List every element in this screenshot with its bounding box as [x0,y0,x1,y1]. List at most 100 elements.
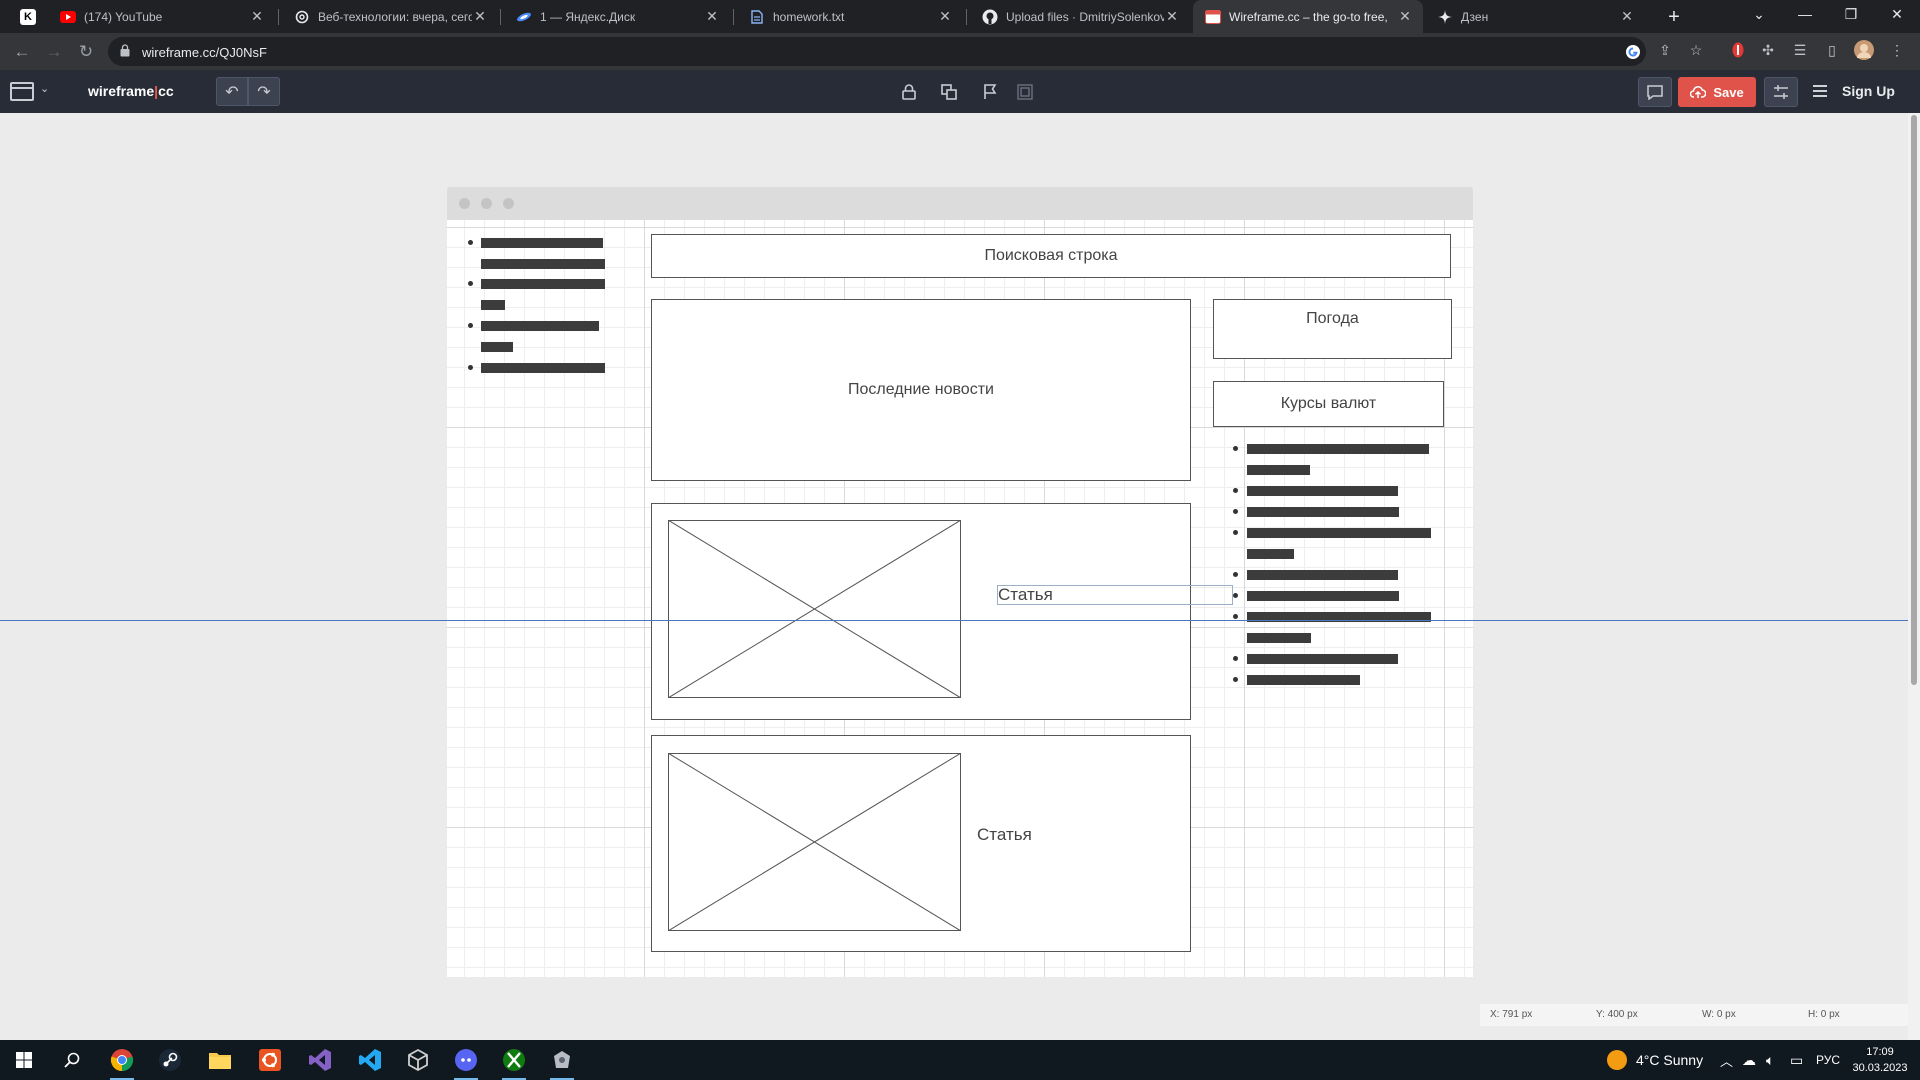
clock-date: 30.03.2023 [1852,1062,1908,1074]
article-title-label: Статья [998,585,1053,604]
app-logo[interactable]: wireframe|cc [88,83,174,99]
omnibox[interactable]: wireframe.cc/QJ0NsF [108,37,1646,66]
tray-chevron-icon[interactable]: ︿ [1720,1040,1733,1080]
tab-youtube[interactable]: (174) YouTube ✕ [48,0,275,33]
list-bullet [1233,614,1238,619]
y-readout: Y: 400 px [1596,1009,1638,1020]
system-clock[interactable]: 17:09 30.03.2023 [1850,1044,1910,1076]
weather-widget[interactable]: 4°C Sunny [1606,1040,1703,1080]
chrome-icon[interactable] [98,1040,146,1080]
editor-canvas[interactable]: Поисковая строка Последние новости Погод… [0,113,1908,1040]
steam-icon[interactable] [146,1040,194,1080]
lock-icon[interactable] [900,83,918,101]
tab-github-upload[interactable]: Upload files · DmitriySolenkov/ ✕ [970,0,1190,33]
network-icon[interactable]: ▭ [1790,1040,1803,1080]
extensions-puzzle-icon[interactable]: ✣ [1758,40,1778,60]
sign-up-link[interactable]: Sign Up [1812,83,1895,99]
vscode-icon[interactable] [346,1040,394,1080]
volume-icon[interactable]: 🔈︎ [1766,1040,1774,1080]
visual-studio-icon[interactable] [296,1040,344,1080]
browser-window-template-icon[interactable] [10,82,34,101]
chevron-down-icon[interactable]: ⌄ [40,82,49,95]
latest-news-block[interactable]: Последние новости [651,299,1191,481]
language-indicator[interactable]: РУС [1816,1040,1840,1080]
game-icon[interactable] [538,1040,586,1080]
article-title-text[interactable]: Статья [997,585,1233,605]
back-button[interactable]: ← [10,40,34,64]
tab-yandex-disk[interactable]: 1 — Яндекс.Диск ✕ [504,0,730,33]
youtube-icon [60,9,76,25]
close-icon[interactable]: ✕ [1619,8,1635,25]
reload-button[interactable]: ↻ [74,40,98,64]
save-button[interactable]: Save [1678,77,1756,107]
close-icon[interactable]: ✕ [1164,8,1180,25]
extension-red-icon[interactable] [1728,40,1748,60]
currency-rates-block[interactable]: Курсы валют [1213,381,1444,427]
search-icon[interactable] [48,1040,96,1080]
new-tab-button[interactable]: + [1660,3,1688,31]
left-menu-list[interactable] [447,220,607,400]
bookmark-star-icon[interactable]: ☆ [1686,40,1706,60]
forward-button[interactable]: → [42,40,66,64]
redo-button[interactable]: ↷ [248,77,280,106]
close-icon[interactable]: ✕ [937,8,953,25]
currency-list[interactable] [1217,435,1457,695]
side-panel-icon[interactable]: ▯ [1822,40,1842,60]
minimize-button[interactable]: — [1782,0,1828,28]
google-icon[interactable] [1624,43,1642,61]
close-icon[interactable]: ✕ [704,8,720,25]
layer-order-icon[interactable] [1016,83,1034,101]
app-toolbar: ⌄ wireframe|cc ↶ ↷ Save Sign Up [0,70,1920,113]
tab-homework[interactable]: homework.txt ✕ [737,0,963,33]
browser-menu-icon[interactable]: ⋮ [1887,40,1907,60]
image-placeholder[interactable] [668,520,961,698]
browser-tab-strip: K (174) YouTube ✕ Веб-технологии: вчера,… [0,0,1920,33]
virtualbox-icon[interactable] [394,1040,442,1080]
scrollbar-thumb[interactable] [1911,115,1917,685]
latest-news-label: Последние новости [848,381,994,398]
discord-icon[interactable] [442,1040,490,1080]
profile-avatar-icon[interactable] [1854,40,1874,60]
ubuntu-icon[interactable] [246,1040,294,1080]
search-bar-placeholder[interactable]: Поисковая строка [651,234,1451,278]
restore-button[interactable]: ❐ [1828,0,1874,28]
list-bullet [1233,656,1238,661]
tab-web-tech[interactable]: Веб-технологии: вчера, сегод ✕ [282,0,498,33]
xbox-icon[interactable] [490,1040,538,1080]
tab-kinopoisk[interactable]: K [8,0,48,33]
article-title-text[interactable]: Статья [977,823,1077,847]
tab-title: Веб-технологии: вчера, сегод [318,9,472,24]
file-explorer-icon[interactable] [196,1040,244,1080]
coordinates-status-bar: X: 791 px Y: 400 px W: 0 px H: 0 px [1480,1004,1908,1026]
close-window-button[interactable]: ✕ [1874,0,1920,28]
tab-dzen[interactable]: Дзен ✕ [1425,0,1645,33]
share-icon[interactable]: ⇪ [1655,40,1675,60]
undo-button[interactable]: ↶ [216,77,248,106]
text-placeholder-line [481,279,605,289]
settings-button[interactable] [1764,77,1798,107]
weather-block[interactable]: Погода [1213,299,1452,359]
mockup-title-bar [447,187,1473,220]
close-icon[interactable]: ✕ [1397,8,1413,25]
close-icon[interactable]: ✕ [249,8,265,25]
image-placeholder[interactable] [668,753,961,931]
tab-separator [500,9,501,25]
flag-icon[interactable] [981,83,999,101]
start-icon[interactable] [0,1040,48,1080]
onedrive-cloud-icon[interactable]: ☁ [1742,1040,1756,1080]
tab-wireframe[interactable]: Wireframe.cc – the go-to free, ✕ [1193,0,1423,33]
text-placeholder-line [1247,486,1398,496]
sliders-icon [1774,85,1788,99]
mockup-body[interactable]: Поисковая строка Последние новости Погод… [447,220,1473,977]
close-icon[interactable]: ✕ [472,8,488,25]
browser-window-mockup[interactable]: Поисковая строка Последние новости Погод… [447,187,1473,977]
reading-list-icon[interactable]: ☰ [1790,40,1810,60]
vertical-scrollbar[interactable] [1908,113,1920,1040]
comment-button[interactable] [1638,77,1672,107]
language-text: РУС [1816,1053,1841,1067]
tab-separator [278,9,279,25]
clock-time: 17:09 [1866,1046,1894,1058]
weather-label: Погода [1306,310,1359,327]
duplicate-icon[interactable] [940,83,958,101]
tab-search-button[interactable]: ⌄ [1736,0,1782,28]
